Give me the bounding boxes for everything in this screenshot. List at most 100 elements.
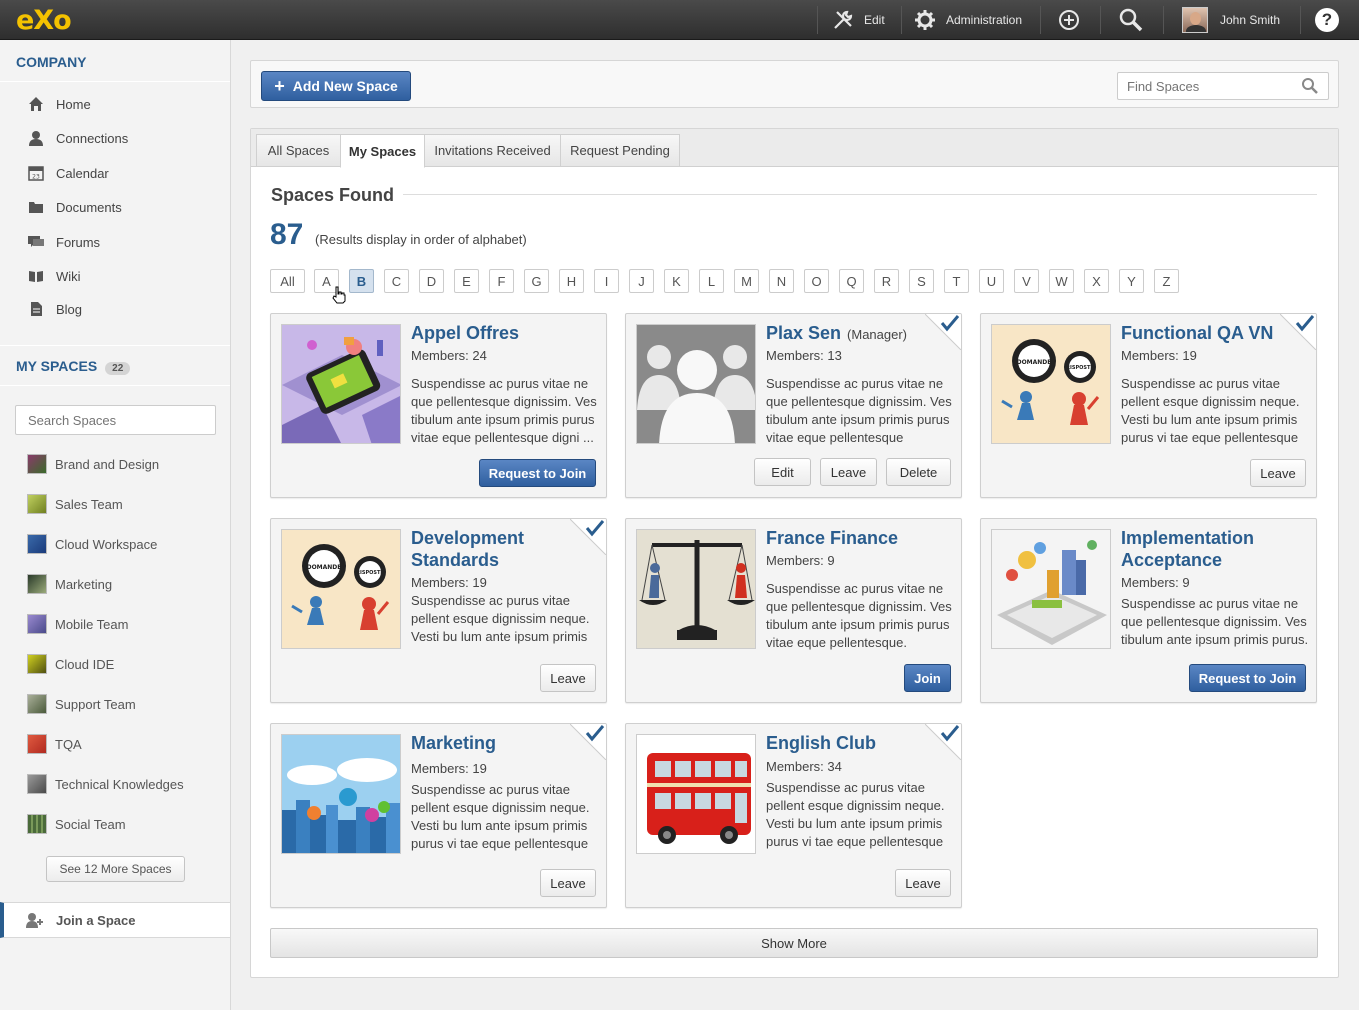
sidebar-space-cloud-workspace[interactable]: Cloud Workspace bbox=[27, 534, 157, 554]
find-spaces-input[interactable] bbox=[1117, 72, 1329, 100]
letter-filter-v[interactable]: V bbox=[1014, 269, 1039, 293]
letter-filter-z[interactable]: Z bbox=[1154, 269, 1179, 293]
sidebar-item-connections[interactable]: Connections bbox=[28, 128, 128, 148]
tab-my-spaces[interactable]: My Spaces bbox=[340, 134, 425, 168]
space-title[interactable]: Implementation Acceptance bbox=[1121, 527, 1306, 571]
request-to-join-button[interactable]: Request to Join bbox=[1189, 664, 1306, 692]
leave-button[interactable]: Leave bbox=[1250, 459, 1306, 487]
sidebar-item-calendar[interactable]: 23 Calendar bbox=[28, 163, 109, 183]
gear-icon bbox=[915, 10, 935, 30]
sidebar-space-mobile-team[interactable]: Mobile Team bbox=[27, 614, 128, 634]
space-description: Suspendisse ac purus vitae pellent esque… bbox=[411, 782, 590, 851]
search-spaces-input[interactable] bbox=[15, 405, 216, 435]
sidebar-space-tqa[interactable]: TQA bbox=[27, 734, 82, 754]
sidebar-item-forums[interactable]: Forums bbox=[28, 232, 100, 252]
letter-filter-g[interactable]: G bbox=[524, 269, 549, 293]
help-button[interactable]: ? bbox=[1315, 0, 1339, 40]
edit-button[interactable]: Edit bbox=[754, 458, 811, 486]
members-count: Members: 9 bbox=[1121, 575, 1190, 590]
edit-menu[interactable]: Edit bbox=[832, 0, 885, 40]
letter-filter-b[interactable]: B bbox=[349, 269, 374, 293]
letter-filter-r[interactable]: R bbox=[874, 269, 899, 293]
divider bbox=[0, 345, 230, 346]
space-title[interactable]: English Club bbox=[766, 732, 951, 754]
folder-icon bbox=[29, 202, 43, 213]
sidebar-space-support-team[interactable]: Support Team bbox=[27, 694, 136, 714]
user-avatar bbox=[1182, 7, 1208, 33]
sidebar-item-blog[interactable]: Blog bbox=[28, 299, 82, 319]
space-card-implementation-acceptance: Implementation Acceptance Members: 9 Sus… bbox=[980, 518, 1317, 703]
letter-filter-d[interactable]: D bbox=[419, 269, 444, 293]
tab-request-pending[interactable]: Request Pending bbox=[560, 134, 680, 167]
svg-text:DOMANDE: DOMANDE bbox=[1017, 359, 1052, 366]
letter-filter-f[interactable]: F bbox=[489, 269, 514, 293]
letter-filter-x[interactable]: X bbox=[1084, 269, 1109, 293]
space-description: Suspendisse ac purus vitae ne que pellen… bbox=[766, 376, 952, 445]
space-role: (Manager) bbox=[847, 327, 908, 342]
delete-button[interactable]: Delete bbox=[886, 458, 951, 486]
letter-filter-m[interactable]: M bbox=[734, 269, 759, 293]
sidebar-item-wiki[interactable]: Wiki bbox=[28, 266, 81, 286]
my-spaces-count-badge: 22 bbox=[105, 362, 131, 375]
sidebar-space-marketing[interactable]: Marketing bbox=[27, 574, 112, 594]
book-icon bbox=[29, 271, 43, 282]
letter-filter-u[interactable]: U bbox=[979, 269, 1004, 293]
letter-filter-j[interactable]: J bbox=[629, 269, 654, 293]
letter-filter-y[interactable]: Y bbox=[1119, 269, 1144, 293]
letter-filter-n[interactable]: N bbox=[769, 269, 794, 293]
exo-logo[interactable]: eXo bbox=[16, 5, 72, 36]
space-title[interactable]: Marketing bbox=[411, 732, 596, 754]
show-more-button[interactable]: Show More bbox=[270, 928, 1318, 958]
search-button[interactable] bbox=[1118, 0, 1144, 40]
space-card-english-club: English Club Members: 34 Suspendisse ac … bbox=[625, 723, 962, 908]
home-icon bbox=[29, 97, 43, 111]
leave-button[interactable]: Leave bbox=[540, 664, 596, 692]
sidebar-space-technical-knowledges[interactable]: Technical Knowledges bbox=[27, 774, 184, 794]
join-button[interactable]: Join bbox=[904, 664, 951, 692]
sidebar-item-documents[interactable]: Documents bbox=[28, 197, 122, 217]
edit-label: Edit bbox=[864, 13, 885, 27]
letter-filter-all[interactable]: All bbox=[270, 269, 305, 293]
space-title[interactable]: Appel Offres bbox=[411, 322, 596, 344]
letter-filter-i[interactable]: I bbox=[594, 269, 619, 293]
space-title[interactable]: Functional QA VN bbox=[1121, 322, 1306, 344]
tab-invitations-received[interactable]: Invitations Received bbox=[424, 134, 561, 167]
tab-all-spaces[interactable]: All Spaces bbox=[256, 134, 341, 167]
sidebar-space-sales-team[interactable]: Sales Team bbox=[27, 494, 123, 514]
sidebar-item-home[interactable]: Home bbox=[28, 94, 91, 114]
add-button[interactable] bbox=[1058, 0, 1080, 40]
search-icon[interactable] bbox=[1301, 77, 1319, 95]
join-a-space-label: Join a Space bbox=[56, 912, 136, 928]
letter-filter-w[interactable]: W bbox=[1049, 269, 1074, 293]
document-icon bbox=[31, 302, 42, 316]
sidebar-space-social-team[interactable]: Social Team bbox=[27, 814, 126, 834]
sidebar-space-brand-and-design[interactable]: Brand and Design bbox=[27, 454, 159, 474]
request-to-join-button[interactable]: Request to Join bbox=[479, 459, 596, 487]
letter-filter-q[interactable]: Q bbox=[839, 269, 864, 293]
join-a-space-link[interactable]: Join a Space bbox=[0, 902, 230, 938]
letter-filter-k[interactable]: K bbox=[664, 269, 689, 293]
space-avatar bbox=[636, 324, 756, 444]
letter-filter-h[interactable]: H bbox=[559, 269, 584, 293]
member-checkmark-icon bbox=[570, 519, 606, 555]
letter-filter-c[interactable]: C bbox=[384, 269, 409, 293]
leave-button[interactable]: Leave bbox=[540, 869, 596, 897]
letter-filter-o[interactable]: O bbox=[804, 269, 829, 293]
leave-button[interactable]: Leave bbox=[895, 869, 951, 897]
space-name: Development Standards bbox=[411, 528, 525, 570]
administration-menu[interactable]: Administration bbox=[914, 0, 1022, 40]
divider bbox=[403, 194, 1317, 195]
letter-filter-t[interactable]: T bbox=[944, 269, 969, 293]
space-title[interactable]: Development Standards bbox=[411, 527, 596, 571]
sidebar-space-cloud-ide[interactable]: Cloud IDE bbox=[27, 654, 114, 674]
space-title[interactable]: Plax Sen (Manager) bbox=[766, 322, 951, 346]
letter-filter-l[interactable]: L bbox=[699, 269, 724, 293]
sidebar-space-label: TQA bbox=[55, 736, 82, 752]
see-more-spaces-button[interactable]: See 12 More Spaces bbox=[46, 856, 185, 882]
space-title[interactable]: France Finance bbox=[766, 527, 951, 549]
letter-filter-s[interactable]: S bbox=[909, 269, 934, 293]
add-new-space-button[interactable]: + Add New Space bbox=[261, 71, 411, 101]
letter-filter-e[interactable]: E bbox=[454, 269, 479, 293]
leave-button[interactable]: Leave bbox=[820, 458, 877, 486]
user-menu[interactable]: John Smith bbox=[1182, 0, 1280, 40]
